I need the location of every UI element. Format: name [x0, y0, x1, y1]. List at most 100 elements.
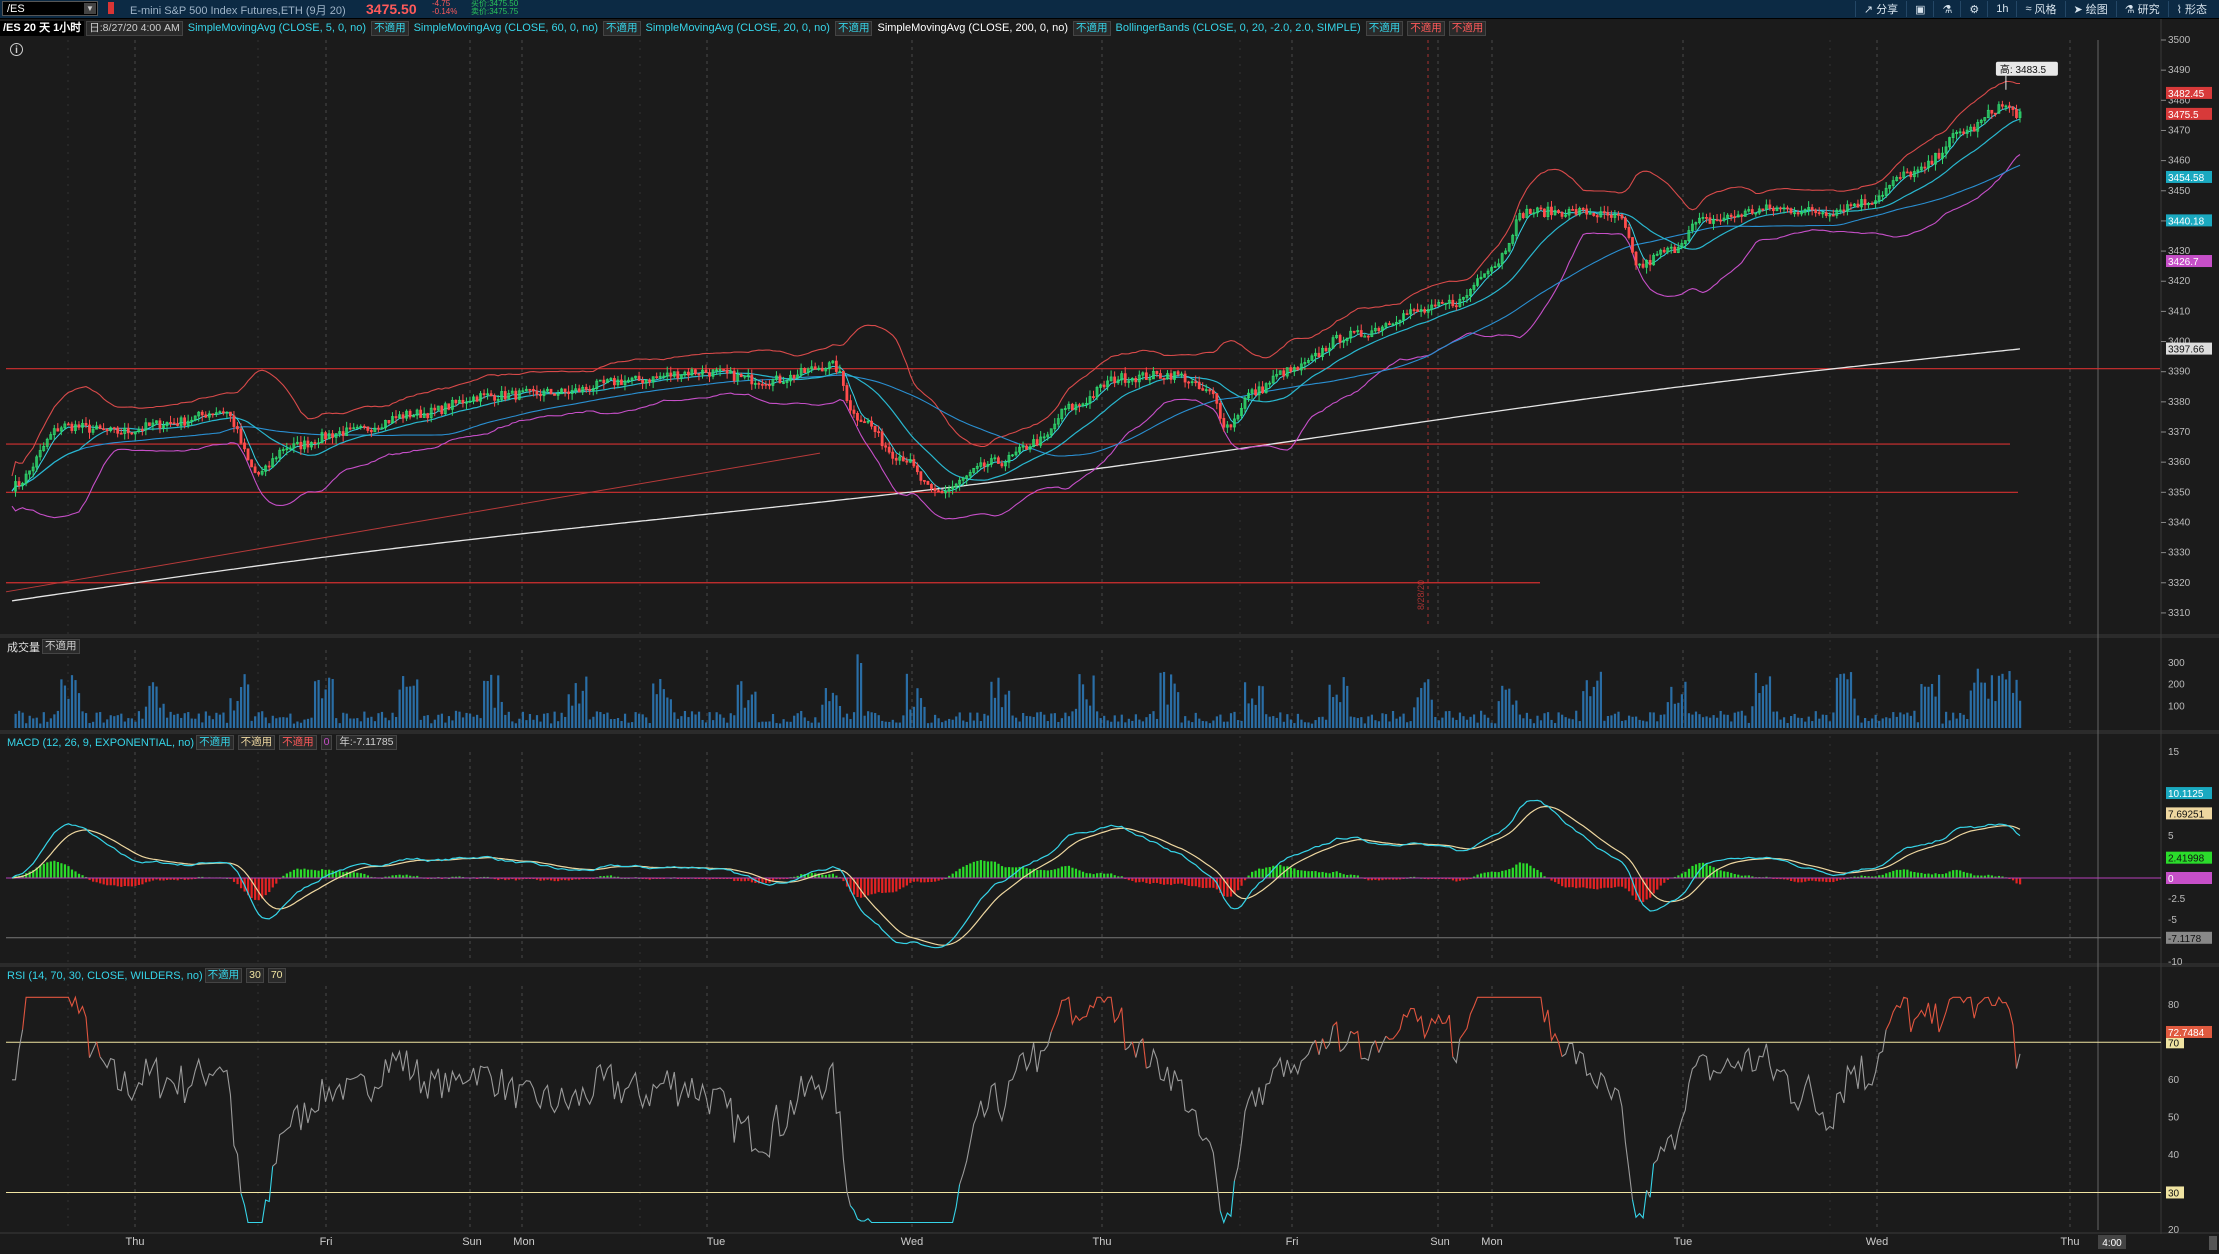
volume-bar	[1067, 716, 1071, 728]
volume-bar	[84, 713, 88, 728]
symbol-input[interactable]: /ES ▼	[2, 1, 98, 16]
macd-histogram-bar	[127, 878, 130, 887]
toolbar-button-4[interactable]: 1h	[1987, 1, 2016, 17]
macd-axis-label: 15	[2168, 747, 2180, 758]
candle-body	[1705, 216, 1708, 219]
info-icon[interactable]: i	[10, 43, 23, 56]
volume-bar	[412, 685, 415, 728]
macd-histogram-bar	[1184, 878, 1187, 886]
volume-bar	[1402, 713, 1405, 728]
volume-bar	[116, 715, 119, 728]
candle-body	[1134, 378, 1138, 383]
candle-body	[1359, 330, 1363, 337]
candle-body	[704, 369, 708, 373]
chart-canvas[interactable]: 8/28/20 3310 3320 3330 3340 3350 3360 3370 3380 3…	[0, 0, 2219, 1254]
volume-bar	[895, 722, 898, 728]
toolbar-button-7[interactable]: ⚗ 研究	[2115, 1, 2168, 17]
volume-bar	[1522, 718, 1525, 728]
candle-body	[313, 442, 317, 444]
macd-histogram-bar	[1663, 878, 1666, 883]
macd-histogram-bar	[1141, 878, 1145, 882]
chart-date-label: 日:8/27/20 4:00 AM	[86, 21, 183, 36]
volume-bar	[1060, 718, 1063, 728]
chevron-down-icon[interactable]: ▼	[84, 3, 96, 14]
volume-bar	[912, 706, 916, 728]
macd-histogram-bar	[42, 863, 45, 878]
volume-bar	[49, 718, 52, 728]
volume-bar	[1032, 716, 1035, 728]
macd-histogram-bar	[1920, 872, 1923, 878]
price-axis-label: 3350	[2168, 487, 2191, 498]
volume-bar	[451, 720, 454, 728]
volume-bar	[1251, 698, 1254, 728]
volume-bar	[70, 675, 74, 728]
candle-body	[232, 415, 236, 427]
volume-bar	[1328, 684, 1331, 728]
volume-bar	[1892, 712, 1895, 728]
volume-bar	[1177, 692, 1180, 728]
flag-icon[interactable]	[108, 2, 114, 14]
toolbar-button-6[interactable]: ➤ 绘图	[2064, 1, 2116, 17]
volume-bar	[490, 674, 493, 728]
volume-bar	[1923, 686, 1927, 728]
candle-body	[1451, 299, 1455, 307]
volume-bar	[120, 713, 123, 728]
candle-body	[613, 378, 616, 386]
volume-bar	[1455, 719, 1458, 728]
volume-bar	[380, 711, 384, 728]
volume-bar	[1187, 720, 1190, 728]
candle-body	[116, 427, 120, 434]
macd-zero-tag: 0	[2168, 874, 2174, 885]
volume-bar	[299, 722, 303, 728]
macd-histogram-bar	[1737, 874, 1740, 878]
macd-histogram-bar	[1927, 873, 1930, 878]
candle-body	[1254, 389, 1257, 396]
macd-histogram-bar	[1966, 872, 1969, 878]
toolbar-button-5[interactable]: ≈ 风格	[2016, 1, 2064, 17]
toolbar-button-3[interactable]: ⚙	[1960, 1, 1987, 17]
volume-bar	[1775, 711, 1779, 728]
candle-body	[1571, 209, 1575, 211]
volume-bar	[225, 722, 229, 728]
price-axis-label: 3490	[2168, 65, 2191, 76]
volume-bar	[92, 721, 95, 728]
volume-bar	[1698, 714, 1701, 728]
volume-bar	[67, 698, 70, 728]
volume-bar	[1895, 716, 1898, 728]
toolbar-button-8[interactable]: ⌇ 形态	[2167, 1, 2215, 17]
macd-histogram-bar	[1596, 878, 1599, 890]
study-na-badge: 不適用	[371, 21, 409, 36]
volume-bar	[1363, 723, 1366, 728]
macd-histogram-bar	[1289, 867, 1292, 878]
volume-bar	[430, 723, 433, 728]
macd-histogram-bar	[1504, 870, 1507, 878]
candle-body	[1388, 323, 1391, 326]
candle-body	[1194, 381, 1198, 384]
candle-body	[820, 367, 824, 372]
price-axis-label: 3470	[2168, 125, 2191, 136]
volume-bar	[391, 712, 394, 728]
toolbar-button-0[interactable]: ↗ 分享	[1854, 1, 1906, 17]
volume-bar	[1444, 711, 1447, 728]
volume-bar	[955, 716, 958, 728]
volume-bar	[1117, 721, 1120, 728]
volume-bar	[1046, 721, 1049, 728]
last-price-tag: 3475.5	[2168, 110, 2199, 121]
volume-bar	[666, 697, 669, 728]
candle-body	[863, 421, 866, 424]
time-axis-label-fri: Fri	[320, 1236, 333, 1248]
volume-bar	[673, 712, 676, 728]
volume-bar	[282, 717, 285, 728]
volume-bar	[349, 718, 352, 728]
macd-histogram-bar	[39, 865, 42, 878]
volume-bar	[137, 711, 141, 728]
volume-bar	[937, 718, 940, 728]
volume-bar	[1575, 710, 1578, 728]
toolbar-button-2[interactable]: ⚗	[1933, 1, 1960, 17]
macd-histogram-bar	[1487, 872, 1490, 878]
top-toolbar: /ES ▼ E-mini S&P 500 Index Futures,ETH (9…	[0, 0, 2219, 19]
candle-body	[1905, 171, 1909, 174]
rsi-label: RSI (14, 70, 30, CLOSE, WILDERS, no)	[7, 969, 203, 982]
candle-body	[539, 393, 542, 397]
toolbar-button-1[interactable]: ▣	[1906, 1, 1933, 17]
